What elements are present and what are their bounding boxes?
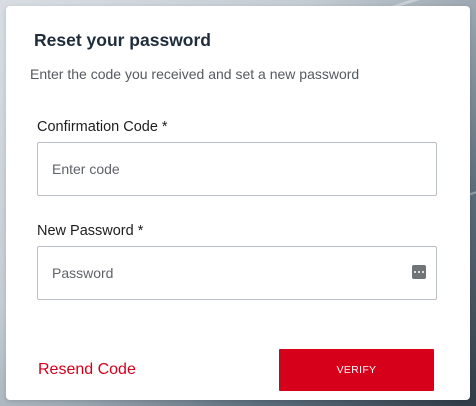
confirmation-code-label: Confirmation Code *: [37, 119, 168, 135]
verify-button[interactable]: VERIFY: [279, 349, 434, 391]
new-password-label: New Password *: [37, 223, 144, 239]
confirmation-code-field[interactable]: [37, 142, 437, 196]
resend-code-link[interactable]: Resend Code: [38, 361, 136, 379]
new-password-field[interactable]: [37, 246, 437, 300]
dialog-subtitle: Enter the code you received and set a ne…: [30, 66, 360, 82]
confirmation-code-input[interactable]: [38, 143, 436, 195]
password-dots-icon[interactable]: [412, 265, 426, 279]
reset-password-dialog: Reset your password Enter the code you r…: [6, 6, 470, 400]
dialog-title: Reset your password: [34, 30, 211, 50]
new-password-input[interactable]: [38, 247, 436, 299]
